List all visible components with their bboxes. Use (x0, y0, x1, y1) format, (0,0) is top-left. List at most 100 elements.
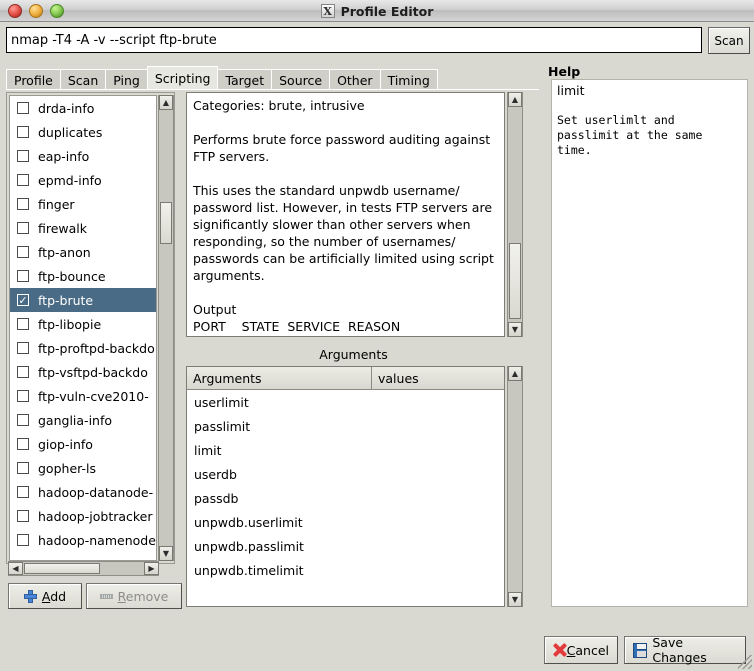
hscroll-thumb[interactable] (24, 563, 100, 574)
save-changes-label: Save Changes (652, 635, 737, 665)
script-list-item-label: firewalk (38, 221, 87, 236)
save-changes-button[interactable]: Save Changes (624, 636, 746, 664)
arguments-table-row[interactable]: passdb (187, 486, 504, 510)
checkbox-icon[interactable] (17, 462, 29, 474)
close-button[interactable] (8, 4, 22, 18)
scroll-right-icon[interactable]: ▶ (144, 562, 159, 575)
script-list-item[interactable]: giop-info (10, 432, 156, 456)
script-list-item-label: gopher-ls (38, 461, 96, 476)
checkbox-icon[interactable] (17, 390, 29, 402)
column-header-values[interactable]: values (372, 367, 504, 390)
checkbox-icon[interactable] (17, 534, 29, 546)
x11-logo-icon: X (321, 4, 335, 18)
maximize-button[interactable] (50, 4, 64, 18)
tab-timing[interactable]: Timing (380, 69, 438, 90)
scroll-up-icon[interactable]: ▲ (159, 95, 173, 110)
checkbox-icon[interactable] (17, 102, 29, 114)
script-list-item[interactable]: ✓ftp-brute (10, 288, 156, 312)
script-list-item[interactable]: drda-info (10, 96, 156, 120)
scan-button[interactable]: Scan (708, 27, 750, 54)
minimize-button[interactable] (29, 4, 43, 18)
script-list[interactable]: drda-info duplicateseap-info epmd-info fing… (9, 95, 157, 561)
scroll-up-icon[interactable]: ▲ (508, 92, 522, 107)
cancel-button[interactable]: Cancel (544, 636, 618, 664)
checkbox-icon[interactable] (17, 246, 29, 258)
script-list-item[interactable]: hadoop-jobtracker (10, 504, 156, 528)
checkbox-icon[interactable] (17, 174, 29, 186)
script-list-item[interactable]: hadoop-datanode- (10, 480, 156, 504)
scroll-down-icon[interactable]: ▼ (159, 546, 173, 561)
remove-button[interactable]: Remove (86, 583, 182, 609)
argument-name-cell: userlimit (187, 395, 372, 410)
arguments-section-title: Arguments (186, 345, 521, 363)
description-vscrollbar[interactable]: ▲ ▼ (507, 92, 523, 337)
resize-grip[interactable] (738, 655, 752, 669)
vscroll-thumb[interactable] (509, 243, 521, 319)
checkbox-icon[interactable] (17, 366, 29, 378)
floppy-disk-icon (633, 643, 647, 658)
scroll-left-icon[interactable]: ◀ (8, 562, 23, 575)
checkbox-icon[interactable] (17, 318, 29, 330)
script-list-item[interactable]: firewalk (10, 216, 156, 240)
vscroll-thumb[interactable] (160, 202, 172, 244)
arguments-table-row[interactable]: unpwdb.passlimit (187, 534, 504, 558)
script-list-item[interactable]: finger (10, 192, 156, 216)
add-button[interactable]: Add (8, 583, 82, 609)
arguments-table-row[interactable]: unpwdb.timelimit (187, 558, 504, 582)
scroll-down-icon[interactable]: ▼ (508, 322, 522, 337)
checkbox-icon[interactable] (17, 510, 29, 522)
tab-source[interactable]: Source (271, 69, 330, 90)
script-description: Categories: brute, intrusive Performs br… (186, 92, 505, 337)
script-list-item[interactable]: hadoop-namenode (10, 528, 156, 552)
script-list-item[interactable]: ftp-vsftpd-backdo (10, 360, 156, 384)
arguments-table-row[interactable]: limit (187, 438, 504, 462)
script-list-hscrollbar[interactable]: ◀ ▶ (8, 561, 159, 576)
script-list-item[interactable]: ftp-libopie (10, 312, 156, 336)
tab-scripting[interactable]: Scripting (147, 66, 219, 90)
tab-ping[interactable]: Ping (105, 69, 148, 90)
script-list-item[interactable]: gopher-ls (10, 456, 156, 480)
script-list-item[interactable]: epmd-info (10, 168, 156, 192)
dash-icon (100, 594, 113, 599)
scroll-down-icon[interactable]: ▼ (508, 592, 522, 607)
checkbox-icon[interactable] (17, 414, 29, 426)
checkbox-icon[interactable] (17, 438, 29, 450)
help-body: Set userlimlt and passlimit at the same … (557, 113, 742, 158)
tab-other[interactable]: Other (329, 69, 381, 90)
script-list-item-label: ftp-anon (38, 245, 91, 260)
script-list-item[interactable]: ftp-bounce (10, 264, 156, 288)
script-list-item[interactable]: ganglia-info (10, 408, 156, 432)
argument-name-cell: unpwdb.timelimit (187, 563, 372, 578)
checkbox-icon[interactable] (17, 222, 29, 234)
script-list-item-label: epmd-info (38, 173, 102, 188)
script-list-item[interactable]: ftp-vuln-cve2010- (10, 384, 156, 408)
script-list-item-label: drda-info (38, 101, 94, 116)
command-input[interactable] (6, 27, 702, 53)
tab-target[interactable]: Target (217, 69, 272, 90)
scroll-up-icon[interactable]: ▲ (508, 366, 522, 381)
script-list-item-label: giop-info (38, 437, 93, 452)
checkbox-checked-icon[interactable]: ✓ (17, 294, 29, 306)
script-list-item[interactable]: duplicates (10, 120, 156, 144)
script-list-vscrollbar[interactable]: ▲ ▼ (158, 95, 174, 561)
arguments-table[interactable]: Arguments values userlimit passlimitlimit… (186, 366, 505, 607)
arguments-table-row[interactable]: unpwdb.userlimit (187, 510, 504, 534)
arguments-table-row[interactable]: userdb (187, 462, 504, 486)
script-list-item[interactable]: ftp-proftpd-backdo (10, 336, 156, 360)
tab-label: Scripting (155, 71, 211, 86)
checkbox-icon[interactable] (17, 198, 29, 210)
checkbox-icon[interactable] (17, 150, 29, 162)
script-list-item[interactable]: eap-info (10, 144, 156, 168)
tab-scan[interactable]: Scan (60, 69, 106, 90)
profile-editor-window: X Profile Editor Scan Profile Scan Ping … (0, 0, 754, 671)
column-header-arguments[interactable]: Arguments (187, 367, 372, 390)
tab-profile[interactable]: Profile (6, 69, 61, 90)
arguments-table-row[interactable]: userlimit (187, 390, 504, 414)
checkbox-icon[interactable] (17, 126, 29, 138)
checkbox-icon[interactable] (17, 270, 29, 282)
script-list-item[interactable]: ftp-anon (10, 240, 156, 264)
arguments-vscrollbar[interactable]: ▲ ▼ (507, 366, 523, 607)
arguments-table-row[interactable]: passlimit (187, 414, 504, 438)
checkbox-icon[interactable] (17, 486, 29, 498)
checkbox-icon[interactable] (17, 342, 29, 354)
